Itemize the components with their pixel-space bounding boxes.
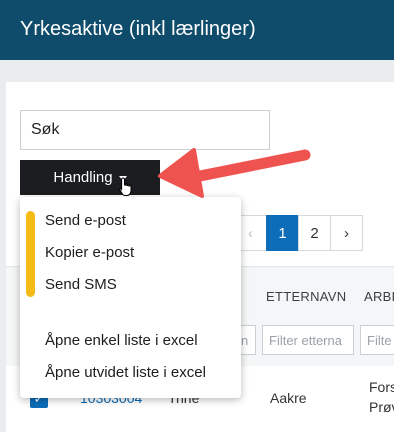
detail-cell-line-2: Prøv: [369, 399, 394, 415]
column-header-arbeid[interactable]: ARBE: [364, 289, 394, 304]
menu-item-copy-email[interactable]: Kopier e-post: [45, 244, 134, 261]
pagination-next[interactable]: ›: [330, 215, 363, 251]
action-button-label: Handling: [53, 169, 113, 186]
page-title: Yrkesaktive (inkl lærlinger): [20, 18, 256, 40]
menu-item-open-extended-excel[interactable]: Åpne utvidet liste i excel: [45, 364, 206, 381]
page-header: Yrkesaktive (inkl lærlinger): [0, 0, 394, 60]
action-dropdown-menu: Send e-post Kopier e-post Send SMS Åpne …: [20, 197, 241, 398]
annotation-arrow-icon: [158, 148, 311, 198]
column-header-etternavn[interactable]: ETTERNAVN: [266, 289, 346, 304]
detail-cell-line-1: Fors: [369, 379, 394, 395]
menu-item-open-simple-excel[interactable]: Åpne enkel liste i excel: [45, 332, 198, 349]
pagination-page-2[interactable]: 2: [298, 215, 331, 251]
highlight-marker: [26, 211, 35, 297]
menu-item-send-sms[interactable]: Send SMS: [45, 276, 117, 293]
pagination-page-1[interactable]: 1: [266, 215, 299, 251]
hand-cursor-icon: [119, 177, 132, 196]
action-dropdown-button[interactable]: Handling: [20, 160, 160, 195]
filter-input-arbeid[interactable]: [360, 325, 394, 355]
menu-item-send-email[interactable]: Send e-post: [45, 212, 126, 229]
filter-input-etternavn[interactable]: [262, 325, 354, 355]
last-name-cell: Aakre: [270, 390, 307, 406]
pagination: ‹ 1 2 ›: [234, 215, 363, 251]
